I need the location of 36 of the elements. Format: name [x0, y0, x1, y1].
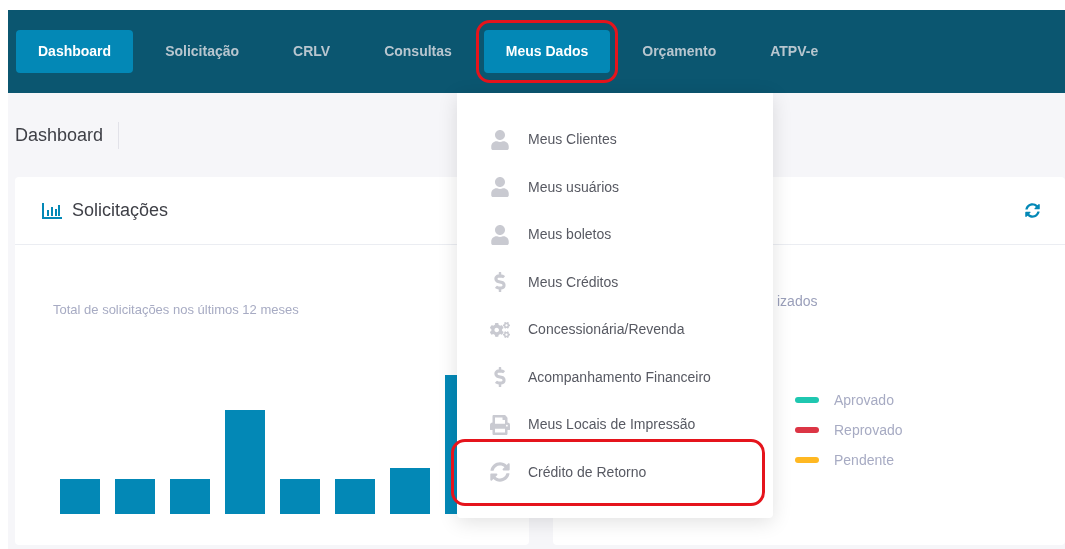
- nav-tab[interactable]: Consultas: [362, 30, 474, 73]
- chart-subtitle: izados: [777, 293, 818, 309]
- nav-tab[interactable]: ATPV-e: [748, 30, 841, 73]
- refresh-icon: [490, 462, 510, 483]
- chart-bar: [335, 479, 375, 514]
- dropdown-item[interactable]: Acompanhamento Financeiro: [457, 353, 773, 401]
- dropdown-item[interactable]: Meus Locais de Impressão: [457, 401, 773, 449]
- chart-bar: [280, 479, 320, 514]
- nav-tab[interactable]: Meus Dados: [483, 30, 611, 73]
- user-icon: [490, 177, 510, 198]
- bar-chart-icon: [42, 202, 62, 219]
- nav-tab[interactable]: Orçamento: [620, 30, 739, 73]
- print-icon: [490, 414, 510, 435]
- user-icon: [490, 224, 510, 245]
- dropdown-item[interactable]: Crédito de Retorno: [457, 448, 773, 496]
- nav-tab[interactable]: Dashboard: [16, 30, 134, 73]
- chart-bar: [170, 479, 210, 514]
- dropdown-item[interactable]: Concessionária/Revenda: [457, 306, 773, 354]
- page-title: Dashboard: [15, 121, 120, 149]
- card-title: Solicitações: [72, 199, 169, 222]
- chart-bar: [115, 479, 155, 514]
- legend-label: Aprovado: [834, 390, 894, 410]
- legend-label: Pendente: [834, 450, 894, 470]
- dropdown-item[interactable]: Meus Créditos: [457, 258, 773, 306]
- nav-tab[interactable]: Solicitação: [143, 30, 262, 73]
- dropdown-item[interactable]: Meus boletos: [457, 211, 773, 259]
- dropdown-item[interactable]: Meus Clientes: [457, 116, 773, 164]
- user-icon: [490, 129, 510, 150]
- refresh-icon[interactable]: [1025, 203, 1040, 218]
- chart-bar: [60, 479, 100, 514]
- gears-icon: [490, 319, 510, 340]
- legend-label: Reprovado: [834, 420, 903, 440]
- chart-bar: [390, 468, 430, 514]
- chart-subtitle: Total de solicitações nos últimos 12 meses: [53, 302, 299, 317]
- nav-tab[interactable]: CRLV: [271, 30, 353, 73]
- dropdown-item[interactable]: Meus usuários: [457, 163, 773, 211]
